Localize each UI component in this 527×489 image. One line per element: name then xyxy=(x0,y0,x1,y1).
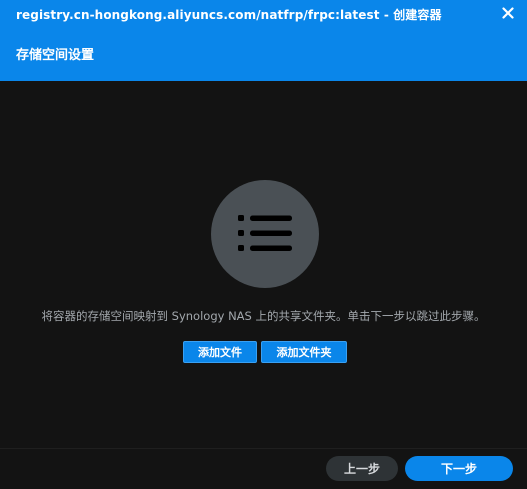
next-button[interactable]: 下一步 xyxy=(405,456,513,481)
dialog-header: registry.cn-hongkong.aliyuncs.com/natfrp… xyxy=(0,0,527,81)
close-icon xyxy=(502,7,514,19)
add-folder-button[interactable]: 添加文件夹 xyxy=(261,341,347,363)
page-title: 存储空间设置 xyxy=(16,48,95,63)
storage-description: 将容器的存储空间映射到 Synology NAS 上的共享文件夹。单击下一步以跳… xyxy=(41,309,486,323)
add-file-button[interactable]: 添加文件 xyxy=(183,341,257,363)
list-icon xyxy=(238,215,292,251)
storage-illustration xyxy=(211,180,319,288)
previous-button[interactable]: 上一步 xyxy=(326,456,398,481)
create-container-dialog: registry.cn-hongkong.aliyuncs.com/natfrp… xyxy=(0,0,527,489)
close-button[interactable] xyxy=(497,2,519,24)
footer-divider xyxy=(0,448,527,449)
window-title: registry.cn-hongkong.aliyuncs.com/natfrp… xyxy=(16,8,442,22)
